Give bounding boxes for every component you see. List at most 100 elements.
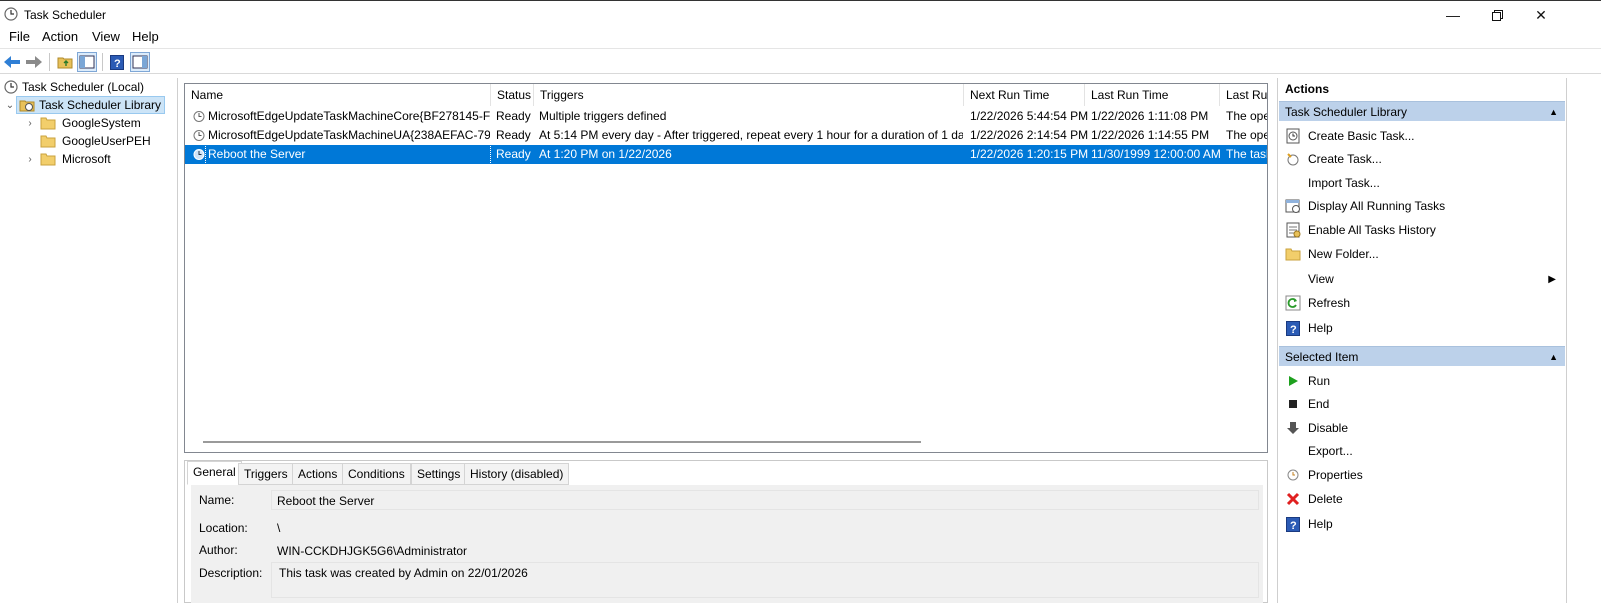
column-header-name[interactable]: Name (185, 84, 491, 106)
action-properties[interactable]: Properties (1278, 464, 1564, 486)
tree-item-microsoft[interactable]: › Microsoft (24, 150, 111, 168)
action-new-folder[interactable]: New Folder... (1278, 243, 1564, 265)
action-export[interactable]: Export... (1278, 440, 1564, 462)
collapse-up-icon[interactable]: ▲ (1549, 347, 1558, 367)
folder-icon (40, 134, 56, 148)
tree-library-node[interactable]: ⌄ Task Scheduler Library (4, 96, 166, 114)
action-label: Display All Running Tasks (1308, 199, 1446, 213)
action-help[interactable]: ? Help (1278, 317, 1564, 339)
task-last-run: 1/22/2026 1:11:08 PM (1091, 109, 1209, 123)
name-field[interactable]: Reboot the Server (271, 490, 1259, 510)
up-folder-icon[interactable] (55, 52, 75, 72)
tree-library-label: Task Scheduler Library (39, 98, 162, 112)
svg-text:?: ? (1290, 520, 1297, 532)
show-hide-action-pane-icon[interactable] (130, 52, 150, 72)
clock-icon (193, 145, 205, 164)
task-triggers: At 1:20 PM on 1/22/2026 (539, 147, 672, 161)
help-icon: ? (1278, 516, 1308, 532)
chevron-right-icon[interactable]: › (24, 118, 36, 129)
running-tasks-icon (1278, 198, 1308, 214)
restore-button[interactable] (1474, 1, 1520, 29)
action-display-running-tasks[interactable]: Display All Running Tasks (1278, 195, 1564, 217)
selected-item-section-header[interactable]: Selected Item ▲ (1279, 346, 1565, 366)
column-header-next-run-time[interactable]: Next Run Time (964, 84, 1085, 106)
task-triggers: At 5:14 PM every day - After triggered, … (539, 128, 963, 142)
action-create-basic-task[interactable]: Create Basic Task... (1278, 125, 1564, 147)
column-header-last-run-time[interactable]: Last Run Time (1085, 84, 1220, 106)
description-field[interactable]: This task was created by Admin on 22/01/… (271, 562, 1259, 598)
author-value: WIN-CCKDHJGK5G6\Administrator (271, 540, 1259, 560)
create-task-icon (1278, 151, 1308, 167)
tree-item-label: Microsoft (62, 152, 111, 166)
table-row[interactable]: MicrosoftEdgeUpdateTaskMachineUA{238AEFA… (185, 126, 1267, 145)
action-help-selected[interactable]: ? Help (1278, 513, 1564, 535)
task-last-result: The ope (1226, 109, 1268, 123)
tab-conditions[interactable]: Conditions (342, 463, 411, 485)
show-hide-console-tree-icon[interactable] (77, 52, 97, 72)
history-icon (1278, 222, 1308, 238)
chevron-down-icon[interactable]: ⌄ (4, 100, 16, 111)
chevron-right-icon[interactable]: › (24, 154, 36, 165)
tab-actions[interactable]: Actions (292, 463, 344, 485)
help-icon[interactable]: ? (107, 52, 127, 72)
delete-x-icon (1278, 492, 1308, 506)
tree-item-label: GoogleSystem (62, 116, 141, 130)
action-label: Help (1308, 517, 1333, 531)
task-triggers: Multiple triggers defined (539, 109, 667, 123)
action-label: New Folder... (1308, 247, 1379, 261)
action-run[interactable]: Run (1278, 370, 1564, 392)
right-edge-panel (1566, 78, 1601, 603)
actions-pane: Actions Task Scheduler Library ▲ Create … (1277, 78, 1567, 603)
task-name: MicrosoftEdgeUpdateTaskMachineCore{BF278… (208, 109, 490, 123)
tree-item-googleuserpeh[interactable]: GoogleUserPEH (36, 132, 151, 150)
name-label: Name: (199, 493, 235, 507)
folder-icon (40, 152, 56, 166)
action-refresh[interactable]: Refresh (1278, 292, 1564, 314)
action-label: End (1308, 397, 1330, 411)
column-header-status[interactable]: Status (491, 84, 534, 106)
clock-icon (4, 80, 18, 94)
task-last-run: 1/22/2026 1:14:55 PM (1091, 128, 1210, 142)
library-section-header[interactable]: Task Scheduler Library ▲ (1279, 101, 1565, 121)
tab-triggers[interactable]: Triggers (238, 463, 294, 485)
table-row-selected[interactable]: Reboot the Server Ready At 1:20 PM on 1/… (185, 144, 1267, 165)
tab-settings[interactable]: Settings (411, 463, 467, 485)
action-import-task[interactable]: Import Task... (1278, 172, 1564, 194)
column-header-last-run-result[interactable]: Last Run (1220, 84, 1267, 106)
column-header-triggers[interactable]: Triggers (534, 84, 964, 106)
description-label: Description: (199, 566, 263, 580)
action-enable-history[interactable]: Enable All Tasks History (1278, 219, 1564, 241)
action-end[interactable]: End (1278, 393, 1564, 415)
clock-icon (193, 107, 205, 126)
tab-history[interactable]: History (disabled) (464, 463, 570, 485)
back-arrow-icon[interactable] (2, 52, 22, 72)
menu-action[interactable]: Action (42, 29, 78, 44)
toolbar: ? (0, 48, 1601, 74)
clock-icon (4, 7, 18, 24)
menu-file[interactable]: File (9, 29, 30, 44)
action-disable[interactable]: Disable (1278, 417, 1564, 439)
task-status: Ready (496, 128, 531, 142)
tree-item-googlesystem[interactable]: › GoogleSystem (24, 114, 141, 132)
action-delete[interactable]: Delete (1278, 488, 1564, 510)
close-button[interactable]: ✕ (1518, 1, 1564, 29)
forward-arrow-icon[interactable] (24, 52, 44, 72)
action-label: Import Task... (1308, 176, 1380, 190)
horizontal-scrollbar[interactable] (203, 441, 921, 443)
action-view[interactable]: View ▶ (1278, 268, 1564, 290)
collapse-up-icon[interactable]: ▲ (1549, 102, 1558, 122)
submenu-arrow-icon: ▶ (1548, 273, 1556, 285)
tab-general[interactable]: General (187, 461, 242, 485)
tree-item-label: GoogleUserPEH (62, 134, 151, 148)
task-next-run: 1/22/2026 2:14:54 PM (970, 128, 1089, 142)
menu-view[interactable]: View (92, 29, 120, 44)
menu-help[interactable]: Help (132, 29, 159, 44)
tree-root-node[interactable]: Task Scheduler (Local) (4, 78, 144, 96)
refresh-icon (1278, 295, 1308, 311)
minimize-button[interactable]: — (1430, 1, 1476, 29)
location-label: Location: (199, 521, 248, 535)
table-row[interactable]: MicrosoftEdgeUpdateTaskMachineCore{BF278… (185, 107, 1268, 126)
action-create-task[interactable]: Create Task... (1278, 148, 1564, 170)
action-label: Refresh (1308, 296, 1351, 310)
tree-library-selection: Task Scheduler Library (16, 96, 166, 114)
